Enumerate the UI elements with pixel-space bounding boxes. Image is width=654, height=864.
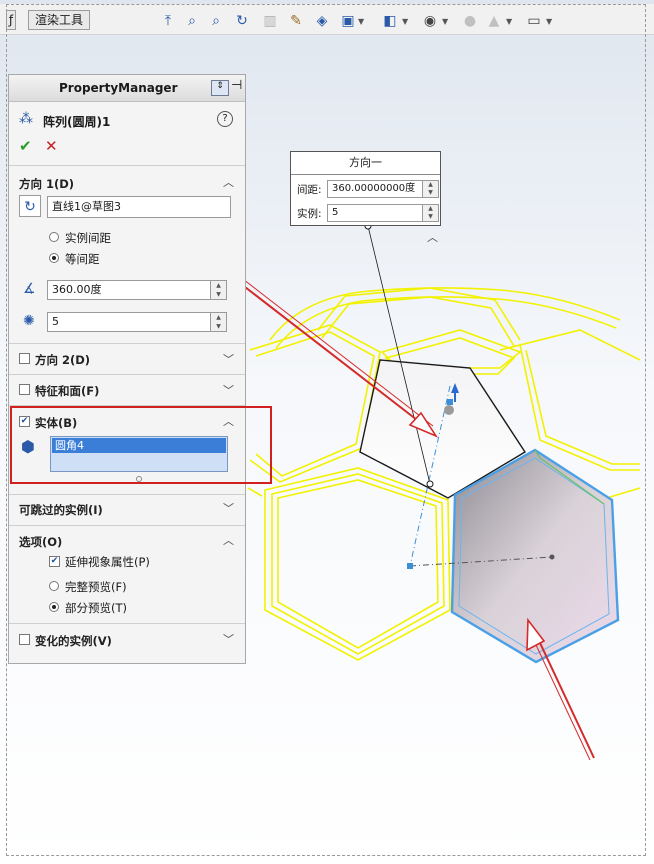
- highlight-box: [10, 406, 272, 484]
- appearance-sphere-icon[interactable]: ●: [462, 13, 478, 29]
- chevron-down-icon[interactable]: ▼: [442, 17, 448, 26]
- hide-show-icon[interactable]: ◉: [422, 13, 438, 29]
- instances-icon: ✺: [23, 313, 35, 329]
- tab-features[interactable]: ƒ: [6, 10, 16, 30]
- direction2-checkbox[interactable]: [19, 353, 30, 364]
- callout-instances-label: 实例:: [297, 208, 322, 220]
- radio-full-preview[interactable]: [49, 581, 59, 591]
- chevron-up-icon[interactable]: ︿: [223, 532, 234, 548]
- propagate-visual-label: 延伸视象属性(P): [65, 555, 150, 569]
- help-button[interactable]: ?: [217, 111, 233, 127]
- section-vary-instances[interactable]: 变化的实例(V): [35, 633, 112, 649]
- angle-spinner[interactable]: ▲ ▼: [210, 281, 226, 299]
- radio-instance-spacing-label: 实例间距: [65, 231, 111, 245]
- center-point: [549, 554, 555, 560]
- radio-equal-spacing[interactable]: [49, 253, 59, 263]
- feature-title: 阵列(圆周)1: [43, 115, 111, 129]
- radio-full-preview-label: 完整预览(F): [65, 580, 127, 594]
- view-toolbar: ƒ 渲染工具 ⤒ ⌕ ⌕ ↻ ▥ ✎ ◈ ▣ ▼ ◧ ▼ ◉ ▼ ● ▲ ▼ ▭…: [0, 4, 654, 35]
- instance-count-value: 5: [52, 315, 59, 328]
- view-orient-icon[interactable]: ◧: [382, 13, 398, 29]
- pm-header: PropertyManager ⇕ ⊣: [9, 75, 245, 102]
- angle-field[interactable]: 360.00度 ▲ ▼: [47, 280, 227, 300]
- callout-spacing-value: 360.00000000度: [332, 183, 416, 194]
- vary-instances-checkbox[interactable]: [19, 634, 30, 645]
- callout-instances-value: 5: [332, 207, 339, 218]
- radio-instance-spacing[interactable]: [49, 232, 59, 242]
- circular-pattern-icon: ⁂: [19, 111, 33, 127]
- appearance-icon[interactable]: ✎: [288, 13, 304, 29]
- chevron-down-icon[interactable]: ﹀: [223, 500, 234, 516]
- pin-icon[interactable]: ⊣: [231, 78, 242, 93]
- direction-callout: 方向一 间距: 360.00000000度 ▲ ▼ 实例: 5 ▲ ▼: [290, 151, 441, 226]
- axis-handle-top[interactable]: [447, 399, 453, 405]
- angle-icon: ∡: [23, 281, 36, 297]
- property-manager: PropertyManager ⇕ ⊣ ⁂ 阵列(圆周)1 ? ✔ ✕ 方向 1…: [8, 74, 246, 664]
- ok-button[interactable]: ✔: [19, 137, 32, 155]
- radio-partial-preview[interactable]: [49, 602, 59, 612]
- expand-icon[interactable]: ⇕: [211, 80, 229, 96]
- chevron-down-icon[interactable]: ﹀: [223, 631, 234, 647]
- chevron-up-icon[interactable]: ︿: [427, 229, 438, 245]
- propagate-visual-checkbox[interactable]: ✔: [49, 556, 60, 567]
- monitor-icon[interactable]: ▭: [526, 13, 542, 29]
- chevron-down-icon[interactable]: ▼: [358, 17, 364, 26]
- section-direction1[interactable]: 方向 1(D): [19, 176, 74, 192]
- reverse-direction-icon[interactable]: ↻: [19, 195, 41, 217]
- section-icon[interactable]: ▥: [262, 13, 278, 29]
- cube-icon[interactable]: ◈: [314, 13, 330, 29]
- rotate-icon[interactable]: ↻: [234, 13, 250, 29]
- pattern-axis-field[interactable]: 直线1@草图3: [47, 196, 231, 218]
- instance-count-spinner[interactable]: ▲ ▼: [210, 313, 226, 331]
- radio-equal-spacing-label: 等间距: [65, 252, 100, 266]
- rotate-handle[interactable]: [444, 405, 454, 415]
- features-faces-checkbox[interactable]: [19, 384, 30, 395]
- section-skip-instances[interactable]: 可跳过的实例(I): [19, 502, 103, 518]
- callout-spacing-field[interactable]: 360.00000000度 ▲ ▼: [327, 180, 439, 198]
- zoom-area-icon[interactable]: ⌕: [208, 13, 224, 29]
- axis-handle-bottom[interactable]: [407, 563, 413, 569]
- chevron-down-icon[interactable]: ﹀: [223, 382, 234, 398]
- section-features-faces[interactable]: 特征和面(F): [35, 383, 99, 399]
- chevron-down-icon[interactable]: ▼: [402, 17, 408, 26]
- callout-instances-spinner[interactable]: ▲ ▼: [422, 205, 438, 221]
- chevron-down-icon[interactable]: ▼: [546, 17, 552, 26]
- chevron-up-icon[interactable]: ︿: [223, 174, 234, 190]
- callout-spacing-spinner[interactable]: ▲ ▼: [422, 181, 438, 197]
- scene-icon[interactable]: ▲: [486, 13, 502, 29]
- display-style-icon[interactable]: ▣: [340, 13, 356, 29]
- section-direction2[interactable]: 方向 2(D): [35, 352, 90, 368]
- callout-instances-field[interactable]: 5 ▲ ▼: [327, 204, 439, 222]
- radio-partial-preview-label: 部分预览(T): [65, 601, 127, 615]
- pm-title: PropertyManager: [59, 81, 178, 95]
- chevron-down-icon[interactable]: ▼: [506, 17, 512, 26]
- callout-spacing-label: 间距:: [297, 184, 322, 196]
- callout-title: 方向一: [291, 152, 440, 175]
- instance-count-field[interactable]: 5 ▲ ▼: [47, 312, 227, 332]
- pointer-icon[interactable]: ⤒: [160, 13, 176, 29]
- section-options[interactable]: 选项(O): [19, 534, 62, 550]
- tab-render-tools[interactable]: 渲染工具: [28, 10, 91, 30]
- zoom-fit-icon[interactable]: ⌕: [184, 13, 200, 29]
- chevron-down-icon[interactable]: ﹀: [223, 351, 234, 367]
- angle-value: 360.00度: [52, 283, 102, 296]
- cancel-button[interactable]: ✕: [45, 137, 58, 155]
